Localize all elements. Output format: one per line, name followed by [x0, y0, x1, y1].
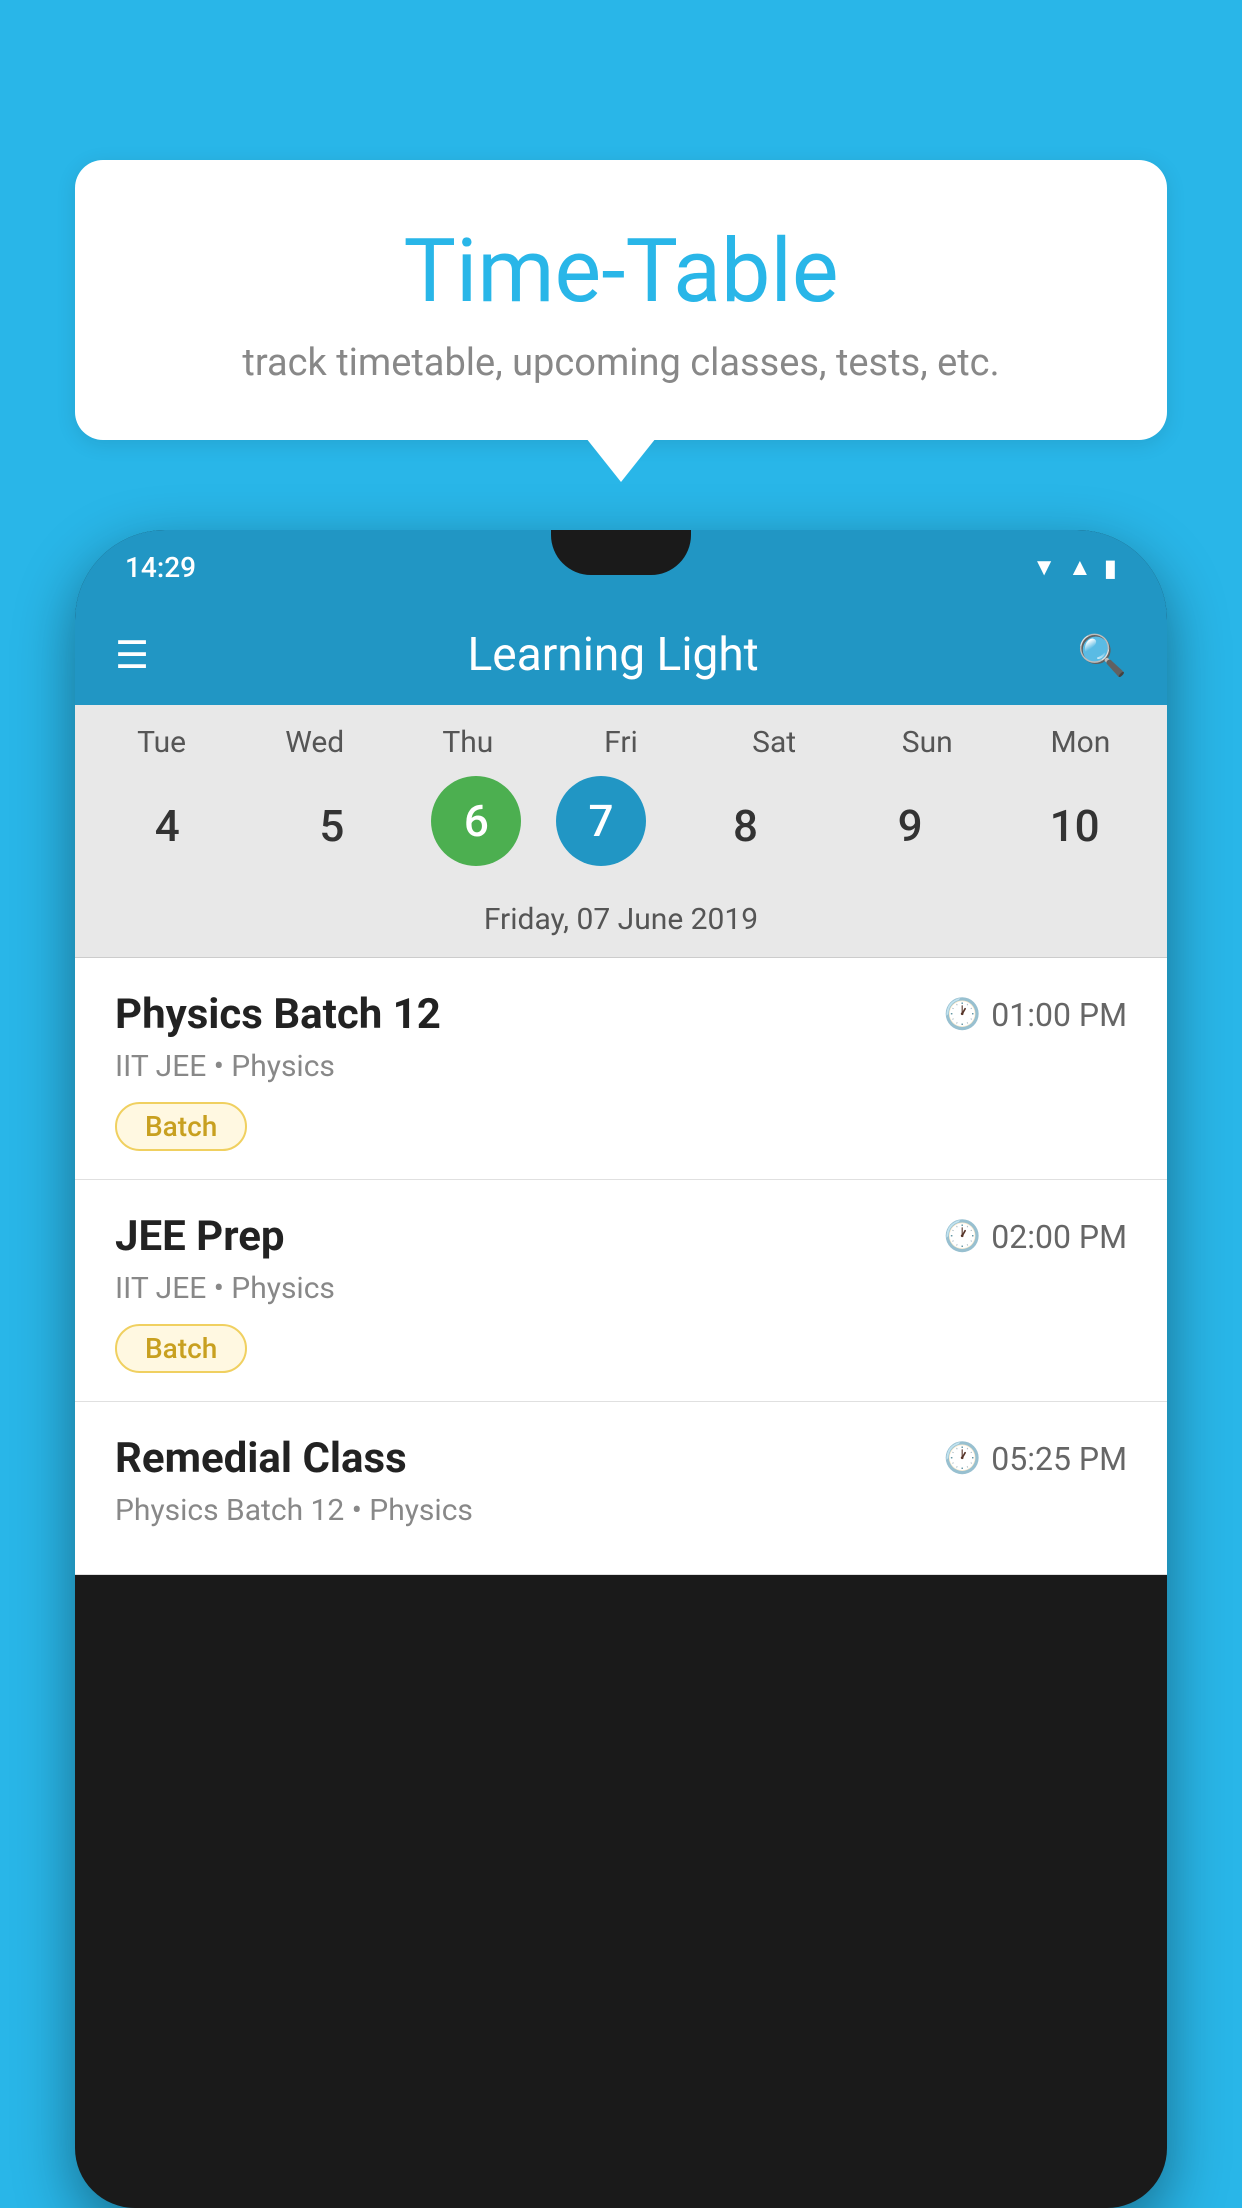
cal-date-6[interactable]: 6: [431, 776, 521, 866]
bubble-title: Time-Table: [125, 220, 1117, 323]
batch-badge: Batch: [115, 1102, 247, 1151]
cal-date-7[interactable]: 7: [556, 776, 646, 866]
cal-date-5[interactable]: 5: [267, 776, 397, 876]
schedule-item-name: Physics Batch 12: [115, 990, 441, 1039]
battery-icon: ▮: [1104, 554, 1117, 582]
phone-frame: 14:29 ▼ ▲ ▮ ☰ Learning Light 🔍 Tue Wed Thu…: [75, 530, 1167, 2208]
speech-bubble: Time-Table track timetable, upcoming cla…: [75, 160, 1167, 440]
signal-icon: ▲: [1068, 553, 1092, 582]
clock-icon: 🕐: [944, 997, 981, 1032]
app-bar: ☰ Learning Light 🔍: [75, 605, 1167, 705]
calendar-dates-row: 456789 10: [75, 768, 1167, 894]
calendar-section: Tue Wed Thu Fri Sat Sun Mon 456789 10 Friday, 0…: [75, 705, 1167, 1575]
schedule-item-subtitle: Physics Batch 12 • Physics: [115, 1493, 1127, 1528]
batch-badge: Batch: [115, 1324, 247, 1373]
schedule-item-time: 🕐02:00 PM: [944, 1218, 1127, 1256]
cal-date-10[interactable]: 10: [1010, 776, 1140, 876]
clock-icon: 🕐: [944, 1219, 981, 1254]
schedule-list: Physics Batch 12 🕐01:00 PM IIT JEE • Physi…: [75, 958, 1167, 1575]
schedule-item-time: 🕐01:00 PM: [944, 996, 1127, 1034]
app-bar-title: Learning Light: [468, 628, 759, 682]
schedule-item-name: JEE Prep: [115, 1212, 285, 1261]
cal-day-name: Tue: [97, 725, 227, 760]
cal-day-name: Mon: [1015, 725, 1145, 760]
cal-date-9[interactable]: 9: [845, 776, 975, 876]
cal-day-name: Wed: [250, 725, 380, 760]
clock-icon: 🕐: [944, 1441, 981, 1476]
menu-icon[interactable]: ☰: [115, 633, 149, 678]
cal-date-4[interactable]: 4: [102, 776, 232, 876]
status-time: 14:29: [125, 551, 196, 584]
cal-day-name: Thu: [403, 725, 533, 760]
selected-date-label: Friday, 07 June 2019: [75, 894, 1167, 958]
schedule-item[interactable]: JEE Prep 🕐02:00 PM IIT JEE • Physics Batch: [75, 1180, 1167, 1402]
schedule-item-subtitle: IIT JEE • Physics: [115, 1049, 1127, 1084]
calendar-day-names: Tue Wed Thu Fri Sat Sun Mon: [75, 705, 1167, 768]
wifi-icon: ▼: [1032, 553, 1056, 582]
schedule-item[interactable]: Physics Batch 12 🕐01:00 PM IIT JEE • Physi…: [75, 958, 1167, 1180]
schedule-item-time: 🕐05:25 PM: [944, 1440, 1127, 1478]
cal-date-8[interactable]: 8: [681, 776, 811, 876]
bubble-subtitle: track timetable, upcoming classes, tests…: [125, 341, 1117, 385]
cal-day-name: Sat: [709, 725, 839, 760]
schedule-item[interactable]: Remedial Class 🕐05:25 PM Physics Batch 12 …: [75, 1402, 1167, 1575]
schedule-item-name: Remedial Class: [115, 1434, 407, 1483]
cal-day-name: Fri: [556, 725, 686, 760]
status-bar: 14:29 ▼ ▲ ▮: [75, 530, 1167, 605]
schedule-item-subtitle: IIT JEE • Physics: [115, 1271, 1127, 1306]
search-icon[interactable]: 🔍: [1077, 632, 1127, 679]
status-icons: ▼ ▲ ▮: [1032, 553, 1117, 582]
cal-day-name: Sun: [862, 725, 992, 760]
